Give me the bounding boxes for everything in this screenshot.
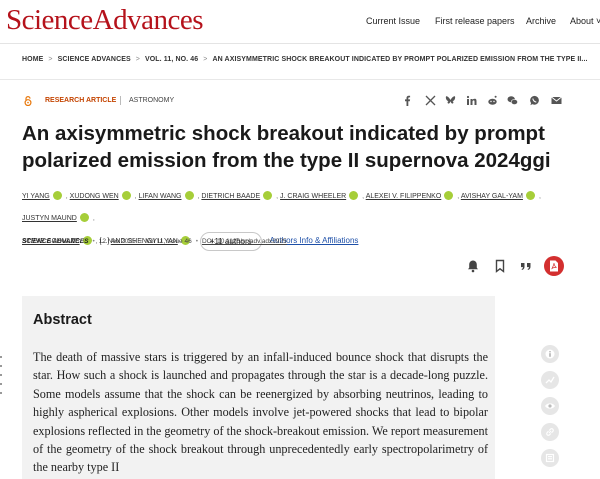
author-link[interactable]: LIFAN WANG [139,193,182,200]
info-tool[interactable] [541,345,559,363]
author-link[interactable]: DIETRICH BAADE [201,193,260,200]
bookmark-icon[interactable] [493,259,507,273]
abstract-heading: Abstract [33,312,92,328]
open-access-icon [24,96,32,106]
nav-about[interactable]: About ˅ [570,16,600,26]
metrics-tool[interactable] [541,371,559,389]
author-link[interactable]: J. CRAIG WHEELER [280,193,346,200]
views-tool[interactable] [541,397,559,415]
publication-meta: SCIENCE ADVANCES • 12 Nov 2025 • Vol 11, Iss… [22,238,287,245]
info-icon [545,349,555,359]
article-section[interactable]: ASTRONOMY [129,97,174,104]
pdf-icon [550,260,558,272]
orcid-icon[interactable] [263,190,273,200]
orcid-icon[interactable] [121,190,131,200]
x-icon[interactable] [425,95,436,106]
author-link[interactable]: ALEXEI V. FILIPPENKO [366,193,442,200]
metrics-icon [545,376,555,384]
journal-logo[interactable]: ScienceAdvances [6,4,204,37]
orcid-icon[interactable] [444,190,454,200]
left-rail-marks [0,356,3,400]
facebook-icon[interactable] [402,95,413,106]
breadcrumb-volume[interactable]: VOL. 11, NO. 46 [145,56,198,63]
breadcrumb-current: AN AXISYMMETRIC SHOCK BREAKOUT INDICATED… [212,56,588,63]
email-icon[interactable] [551,95,562,106]
orcid-icon[interactable] [184,190,194,200]
orcid-icon[interactable] [525,190,535,200]
whatsapp-icon[interactable] [529,95,540,106]
media-tool[interactable] [541,449,559,467]
breadcrumb-journal[interactable]: SCIENCE ADVANCES [58,56,131,63]
publication-date: 12 Nov 2025 [98,238,136,245]
divider [120,96,121,105]
site-header: ScienceAdvances Current Issue First rele… [0,0,600,44]
share-tool[interactable] [541,423,559,441]
nav-current-issue[interactable]: Current Issue [366,16,420,26]
linkedin-icon[interactable] [466,95,477,106]
article-title: An axisymmetric shock breakout indicated… [22,122,551,172]
abstract-section: Abstract The death of massive stars is t… [22,296,495,479]
author-link[interactable]: AVISHAY GAL-YAM [461,193,523,200]
author-link[interactable]: XUDONG WEN [70,193,119,200]
abstract-text: The death of massive stars is triggered … [33,350,489,475]
breadcrumb: HOME > SCIENCE ADVANCES > VOL. 11, NO. 46 > AN… [22,56,588,63]
media-icon [545,453,555,463]
nav-archive[interactable]: Archive [526,16,556,26]
orcid-icon[interactable] [349,190,359,200]
journal-name[interactable]: SCIENCE ADVANCES [22,238,88,245]
doi-link[interactable]: DOI: 10.1126/sciadv.adx2925 [202,238,287,245]
article-type: RESEARCH ARTICLE [45,97,117,104]
divider [0,79,600,80]
share-link-icon [546,428,554,436]
volume-issue[interactable]: Vol 11, Issue 46 [146,238,192,245]
wechat-icon[interactable] [507,95,518,106]
author-link[interactable]: JUSTYN MAUND [22,215,77,222]
cite-icon[interactable] [519,259,533,273]
bluesky-icon[interactable] [445,95,456,106]
reddit-icon[interactable] [487,95,498,106]
alert-bell-icon[interactable] [466,259,480,273]
orcid-icon[interactable] [52,190,62,200]
orcid-icon[interactable] [79,212,89,222]
breadcrumb-home[interactable]: HOME [22,56,43,63]
views-icon [545,403,555,409]
pdf-button[interactable] [544,256,564,276]
nav-first-release[interactable]: First release papers [435,16,515,26]
author-link[interactable]: YI YANG [22,193,50,200]
